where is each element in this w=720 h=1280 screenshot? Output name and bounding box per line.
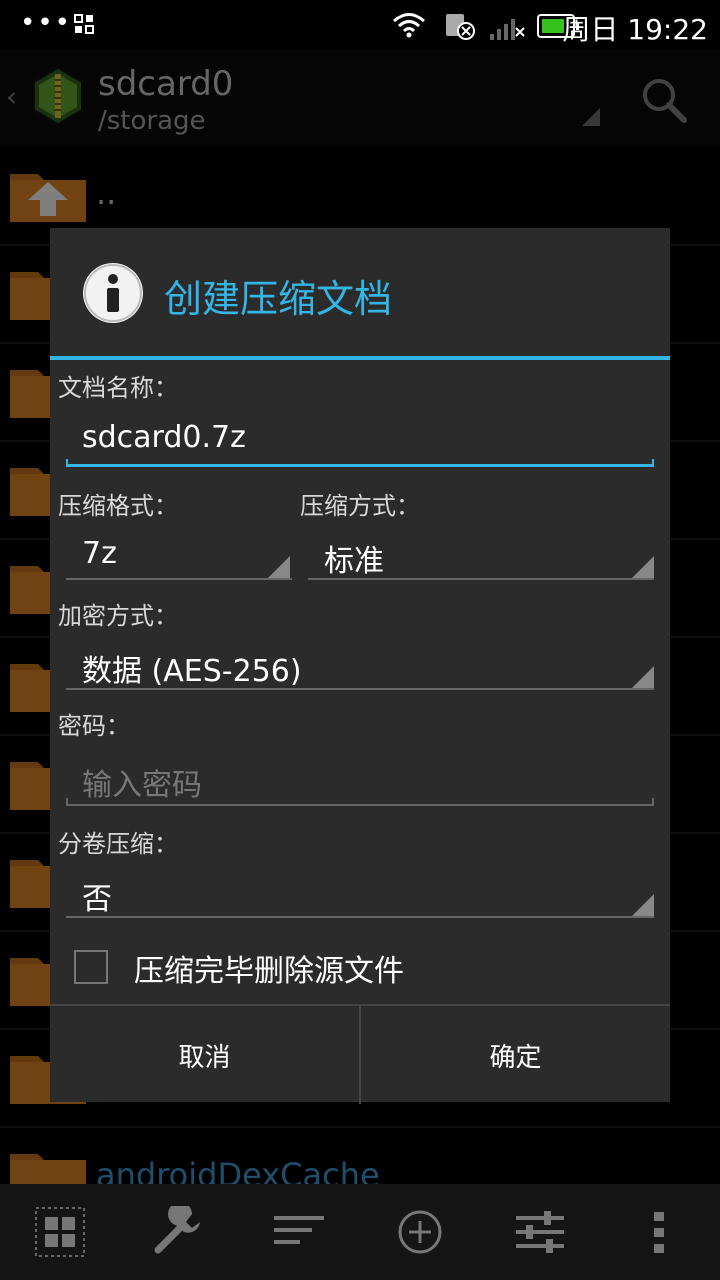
more-vert-icon[interactable] — [634, 1206, 686, 1258]
info-icon — [83, 263, 143, 323]
status-bar: ••• 周日 19:22 — [0, 0, 720, 50]
dropdown-triangle-icon — [632, 666, 654, 688]
dropdown-triangle-icon — [632, 556, 654, 578]
cancel-button[interactable]: 取消 — [50, 1006, 359, 1104]
archive-name-input[interactable]: sdcard0.7z — [82, 420, 246, 455]
delete-source-label[interactable]: 压缩完毕删除源文件 — [134, 946, 404, 990]
split-volume-label: 分卷压缩： — [58, 830, 178, 858]
compression-level-select[interactable]: 标准 — [324, 536, 384, 580]
battery-level — [542, 19, 564, 33]
delete-source-checkbox[interactable] — [74, 950, 108, 984]
sliders-icon[interactable] — [514, 1206, 566, 1258]
grid-select-icon[interactable] — [34, 1206, 86, 1258]
dialog-button-bar: 取消 确定 — [50, 1004, 670, 1104]
dropdown-triangle-icon — [632, 894, 654, 916]
notification-dots: ••• — [20, 8, 73, 38]
grid-notification-icon — [74, 14, 94, 34]
sim-error-icon — [446, 14, 475, 40]
dropdown-triangle-icon — [268, 556, 290, 578]
clock: 周日 19:22 — [562, 13, 708, 46]
ok-button[interactable]: 确定 — [361, 1006, 670, 1104]
archive-name-label: 文档名称： — [58, 374, 178, 402]
compression-level-label: 压缩方式： — [300, 492, 420, 520]
signal-icon — [490, 19, 525, 40]
password-label: 密码： — [58, 712, 130, 740]
format-underline — [66, 578, 292, 580]
archive-name-underline — [66, 459, 654, 467]
sort-icon[interactable] — [272, 1206, 324, 1258]
split-volume-select[interactable]: 否 — [82, 874, 112, 918]
password-field[interactable]: 输入密码 — [82, 760, 202, 804]
format-select[interactable]: 7z — [82, 536, 117, 571]
password-underline — [66, 798, 654, 806]
encryption-label: 加密方式： — [58, 602, 178, 630]
encryption-select[interactable]: 数据 (AES-256) — [82, 646, 302, 690]
compression-level-underline — [308, 578, 654, 580]
encryption-underline — [66, 688, 654, 690]
create-archive-dialog: 创建压缩文档 文档名称： sdcard0.7z 压缩格式： 压缩方式： 7z 标… — [50, 228, 670, 1104]
dialog-header: 创建压缩文档 — [50, 228, 670, 360]
bottom-toolbar — [0, 1184, 720, 1280]
dialog-title: 创建压缩文档 — [164, 277, 393, 321]
add-circle-icon[interactable] — [394, 1206, 446, 1258]
split-volume-underline — [66, 916, 654, 918]
wrench-icon[interactable] — [152, 1206, 204, 1258]
format-label: 压缩格式： — [58, 492, 178, 520]
wifi-icon — [393, 13, 425, 38]
